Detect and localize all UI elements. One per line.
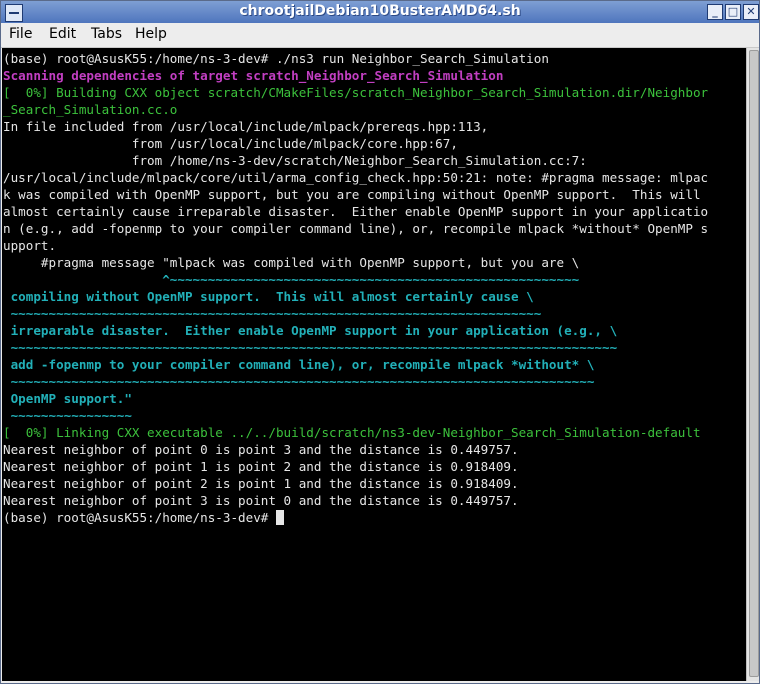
menu-file[interactable]: File	[9, 26, 32, 42]
minimize-button[interactable]: _	[707, 4, 723, 20]
terminal-line: ^~~~~~~~~~~~~~~~~~~~~~~~~~~~~~~~~~~~~~~~…	[3, 272, 580, 287]
terminal-line: _Search_Simulation.cc.o	[3, 102, 178, 117]
title-bar[interactable]: chrootjailDebian10BusterAMD64.sh _ □ ✕	[1, 1, 759, 23]
terminal-line: almost certainly cause irreparable disas…	[3, 204, 709, 219]
terminal-line: Nearest neighbor of point 1 is point 2 a…	[3, 459, 519, 474]
terminal-line: k was compiled with OpenMP support, but …	[3, 187, 701, 202]
window-title: chrootjailDebian10BusterAMD64.sh	[239, 3, 521, 19]
terminal-window: chrootjailDebian10BusterAMD64.sh _ □ ✕ F…	[0, 0, 760, 684]
terminal-lines: (base) root@AsusK55:/home/ns-3-dev# ./ns…	[3, 50, 708, 526]
menu-edit[interactable]: Edit	[49, 26, 76, 42]
terminal-output[interactable]: (base) root@AsusK55:/home/ns-3-dev# ./ns…	[2, 48, 746, 681]
terminal-line: Scanning dependencies of target scratch_…	[3, 68, 504, 83]
terminal-line: upport.	[3, 238, 57, 253]
terminal-line: add -fopenmp to your compiler command li…	[3, 357, 595, 372]
terminal-line: ~~~~~~~~~~~~~~~~~~~~~~~~~~~~~~~~~~~~~~~~…	[3, 374, 595, 389]
scrollbar-thumb[interactable]	[749, 50, 759, 677]
terminal-line: [ 0%] Building CXX object scratch/CMakeF…	[3, 85, 709, 100]
terminal-line: In file included from /usr/local/include…	[3, 119, 489, 134]
terminal-line: Nearest neighbor of point 3 is point 0 a…	[3, 493, 519, 508]
menu-bar: File Edit Tabs Help	[1, 23, 759, 48]
maximize-button[interactable]: □	[725, 4, 741, 20]
terminal-line: OpenMP support."	[3, 391, 132, 406]
terminal-line: compiling without OpenMP support. This w…	[3, 289, 534, 304]
close-button[interactable]: ✕	[743, 4, 759, 20]
terminal-line: Nearest neighbor of point 0 is point 3 a…	[3, 442, 519, 457]
scrollbar[interactable]	[746, 48, 759, 681]
terminal-line: ~~~~~~~~~~~~~~~~~~~~~~~~~~~~~~~~~~~~~~~~…	[3, 340, 618, 355]
terminal-line: /usr/local/include/mlpack/core/util/arma…	[3, 170, 709, 185]
terminal-line: #pragma message "mlpack was compiled wit…	[3, 255, 580, 270]
terminal-line: [ 0%] Linking CXX executable ../../build…	[3, 425, 701, 440]
terminal-line: from /usr/local/include/mlpack/core.hpp:…	[3, 136, 458, 151]
terminal-line: (base) root@AsusK55:/home/ns-3-dev#	[3, 509, 708, 526]
terminal-line: ~~~~~~~~~~~~~~~~	[3, 408, 132, 423]
cursor	[275, 510, 284, 525]
terminal-line: from /home/ns-3-dev/scratch/Neighbor_Sea…	[3, 153, 587, 168]
terminal-line: irreparable disaster. Either enable Open…	[3, 323, 618, 338]
terminal-line: n (e.g., add -fopenmp to your compiler c…	[3, 221, 709, 236]
menu-tabs[interactable]: Tabs	[91, 26, 122, 42]
terminal-line: Nearest neighbor of point 2 is point 1 a…	[3, 476, 519, 491]
menu-help[interactable]: Help	[135, 26, 167, 42]
terminal-line: ~~~~~~~~~~~~~~~~~~~~~~~~~~~~~~~~~~~~~~~~…	[3, 306, 542, 321]
terminal-line: (base) root@AsusK55:/home/ns-3-dev# ./ns…	[3, 51, 549, 66]
